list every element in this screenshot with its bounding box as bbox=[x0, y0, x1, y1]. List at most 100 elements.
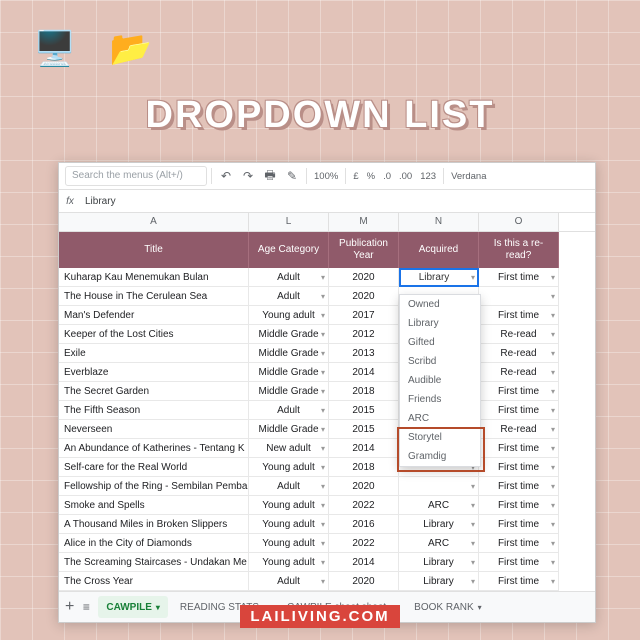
dropdown-option[interactable]: Friends bbox=[400, 390, 480, 409]
currency-button[interactable]: £ bbox=[350, 171, 361, 182]
cell[interactable]: Adult bbox=[249, 572, 329, 591]
cell[interactable]: Young adult bbox=[249, 534, 329, 553]
cell[interactable]: First time bbox=[479, 534, 559, 553]
redo-button[interactable]: ↷ bbox=[238, 166, 258, 186]
cell[interactable]: 2015 bbox=[329, 420, 399, 439]
decrease-decimal-button[interactable]: .0 bbox=[380, 171, 394, 182]
cell[interactable]: Library bbox=[399, 268, 479, 287]
dropdown-option[interactable]: Gramdig bbox=[400, 447, 480, 466]
cell[interactable]: First time bbox=[479, 268, 559, 287]
cell[interactable]: Library bbox=[399, 572, 479, 591]
cell[interactable]: 2014 bbox=[329, 439, 399, 458]
cell[interactable]: First time bbox=[479, 306, 559, 325]
increase-decimal-button[interactable]: .00 bbox=[396, 171, 415, 182]
cell[interactable]: A Thousand Miles in Broken Slippers bbox=[59, 515, 249, 534]
cell[interactable]: First time bbox=[479, 515, 559, 534]
dropdown-option[interactable]: Owned bbox=[400, 295, 480, 314]
zoom-select[interactable]: 100% bbox=[311, 171, 341, 182]
cell[interactable]: 2020 bbox=[329, 477, 399, 496]
cell[interactable]: Re-read bbox=[479, 344, 559, 363]
percent-button[interactable]: % bbox=[364, 171, 378, 182]
cell[interactable]: Middle Grade bbox=[249, 382, 329, 401]
cell[interactable] bbox=[479, 287, 559, 306]
cell[interactable]: 2014 bbox=[329, 553, 399, 572]
cell[interactable]: Library bbox=[399, 553, 479, 572]
cell[interactable]: Middle Grade bbox=[249, 325, 329, 344]
cell[interactable]: First time bbox=[479, 439, 559, 458]
cell[interactable]: First time bbox=[479, 496, 559, 515]
cell[interactable]: Keeper of the Lost Cities bbox=[59, 325, 249, 344]
cell[interactable]: Adult bbox=[249, 287, 329, 306]
number-format-button[interactable]: 123 bbox=[417, 171, 439, 182]
cell[interactable]: Smoke and Spells bbox=[59, 496, 249, 515]
dropdown-option[interactable]: Audible bbox=[400, 371, 480, 390]
cell[interactable]: 2014 bbox=[329, 363, 399, 382]
cell[interactable]: Young adult bbox=[249, 496, 329, 515]
cell[interactable]: Adult bbox=[249, 477, 329, 496]
cell[interactable]: 2020 bbox=[329, 268, 399, 287]
search-menus-input[interactable]: Search the menus (Alt+/) bbox=[65, 166, 207, 186]
font-select[interactable]: Verdana bbox=[448, 171, 489, 182]
cell[interactable]: 2018 bbox=[329, 382, 399, 401]
cell[interactable]: First time bbox=[479, 477, 559, 496]
cell[interactable]: Adult bbox=[249, 268, 329, 287]
print-button[interactable]: 🖶 bbox=[260, 166, 280, 186]
cell[interactable]: ARC bbox=[399, 496, 479, 515]
dropdown-option[interactable]: Scribd bbox=[400, 352, 480, 371]
cell[interactable]: Re-read bbox=[479, 363, 559, 382]
cell[interactable]: Middle Grade bbox=[249, 420, 329, 439]
cell[interactable]: The Cross Year bbox=[59, 572, 249, 591]
cell[interactable]: 2016 bbox=[329, 515, 399, 534]
cell[interactable]: 2022 bbox=[329, 496, 399, 515]
cell[interactable]: Young adult bbox=[249, 515, 329, 534]
cell[interactable]: 2015 bbox=[329, 401, 399, 420]
cell[interactable]: First time bbox=[479, 382, 559, 401]
cell[interactable]: 2018 bbox=[329, 458, 399, 477]
cell[interactable]: First time bbox=[479, 553, 559, 572]
dropdown-option[interactable]: ARC bbox=[400, 409, 480, 428]
cell[interactable]: Young adult bbox=[249, 553, 329, 572]
cell[interactable]: Young adult bbox=[249, 458, 329, 477]
cell[interactable]: 2020 bbox=[329, 572, 399, 591]
col-header-l[interactable]: L bbox=[249, 213, 329, 231]
cell[interactable]: Middle Grade bbox=[249, 344, 329, 363]
cell[interactable]: Re-read bbox=[479, 420, 559, 439]
cell[interactable]: An Abundance of Katherines - Tentang K bbox=[59, 439, 249, 458]
cell[interactable]: The Secret Garden bbox=[59, 382, 249, 401]
cell[interactable]: Man's Defender bbox=[59, 306, 249, 325]
cell[interactable]: 2020 bbox=[329, 287, 399, 306]
dropdown-option[interactable]: Gifted bbox=[400, 333, 480, 352]
col-header-o[interactable]: O bbox=[479, 213, 559, 231]
cell[interactable]: Alice in the City of Diamonds bbox=[59, 534, 249, 553]
cell[interactable] bbox=[399, 477, 479, 496]
col-header-n[interactable]: N bbox=[399, 213, 479, 231]
cell[interactable]: Everblaze bbox=[59, 363, 249, 382]
cell[interactable]: Library bbox=[399, 515, 479, 534]
cell[interactable]: Fellowship of the Ring - Sembilan Pemba bbox=[59, 477, 249, 496]
dropdown-option[interactable]: Storytel bbox=[400, 428, 480, 447]
cell[interactable]: The Screaming Staircases - Undakan Me bbox=[59, 553, 249, 572]
cell[interactable]: First time bbox=[479, 572, 559, 591]
cell[interactable]: Young adult bbox=[249, 306, 329, 325]
cell[interactable]: 2022 bbox=[329, 534, 399, 553]
cell[interactable]: Adult bbox=[249, 401, 329, 420]
undo-button[interactable]: ↶ bbox=[216, 166, 236, 186]
cell[interactable]: The Fifth Season bbox=[59, 401, 249, 420]
paint-format-button[interactable]: ✎ bbox=[282, 166, 302, 186]
col-header-m[interactable]: M bbox=[329, 213, 399, 231]
cell[interactable]: Kuharap Kau Menemukan Bulan bbox=[59, 268, 249, 287]
cell[interactable]: Exile bbox=[59, 344, 249, 363]
cell[interactable]: First time bbox=[479, 458, 559, 477]
cell[interactable]: 2012 bbox=[329, 325, 399, 344]
cell[interactable]: 2017 bbox=[329, 306, 399, 325]
col-header-a[interactable]: A bbox=[59, 213, 249, 231]
cell[interactable]: New adult bbox=[249, 439, 329, 458]
cell[interactable]: ARC bbox=[399, 534, 479, 553]
cell[interactable]: 2013 bbox=[329, 344, 399, 363]
cell[interactable]: The House in The Cerulean Sea bbox=[59, 287, 249, 306]
acquired-dropdown[interactable]: OwnedLibraryGiftedScribdAudibleFriendsAR… bbox=[399, 294, 481, 467]
dropdown-option[interactable]: Library bbox=[400, 314, 480, 333]
cell[interactable]: Middle Grade bbox=[249, 363, 329, 382]
cell[interactable]: Self-care for the Real World bbox=[59, 458, 249, 477]
cell[interactable]: Re-read bbox=[479, 325, 559, 344]
